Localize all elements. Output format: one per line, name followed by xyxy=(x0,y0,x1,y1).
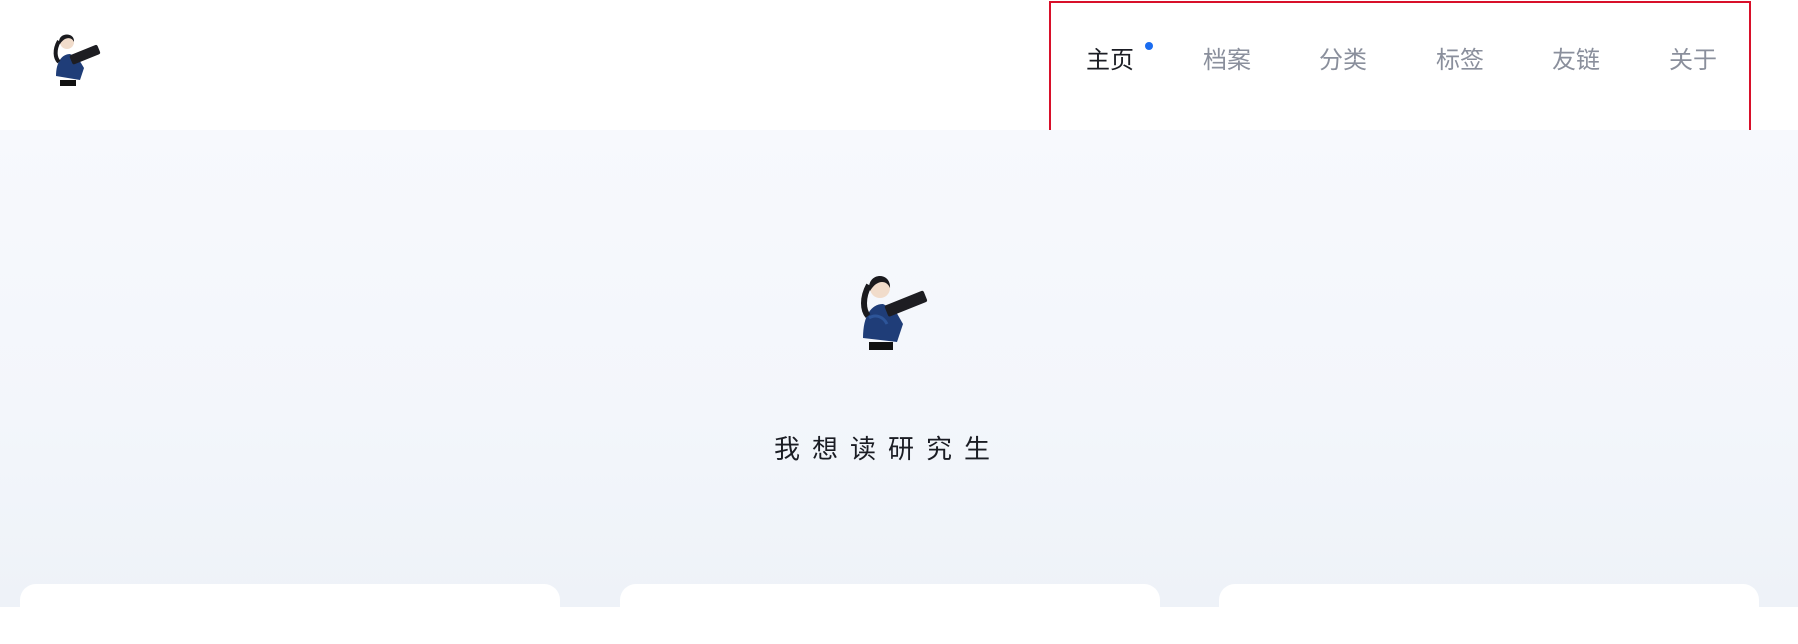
active-indicator-dot xyxy=(1145,42,1153,50)
post-card-3[interactable] xyxy=(1219,584,1759,644)
nav-item-tags[interactable]: 标签 xyxy=(1436,43,1484,77)
nav-item-archive[interactable]: 档案 xyxy=(1203,43,1251,77)
character-logo-icon[interactable] xyxy=(46,28,102,86)
nav-item-links[interactable]: 友链 xyxy=(1552,43,1600,77)
main-nav: 主页 档案 分类 标签 友链 关于 xyxy=(1049,1,1751,145)
post-card-2[interactable] xyxy=(620,584,1160,644)
character-avatar-icon xyxy=(861,276,928,350)
nav-item-about[interactable]: 关于 xyxy=(1669,43,1717,77)
hero-title: 我想读研究生 xyxy=(773,435,1002,465)
nav-item-categories[interactable]: 分类 xyxy=(1319,43,1367,77)
hero-section: 我想读研究生 xyxy=(0,130,1798,644)
post-card-1[interactable] xyxy=(20,584,560,644)
nav-item-home[interactable]: 主页 xyxy=(1086,43,1134,77)
site-header: 主页 档案 分类 标签 友链 关于 xyxy=(0,0,1798,145)
